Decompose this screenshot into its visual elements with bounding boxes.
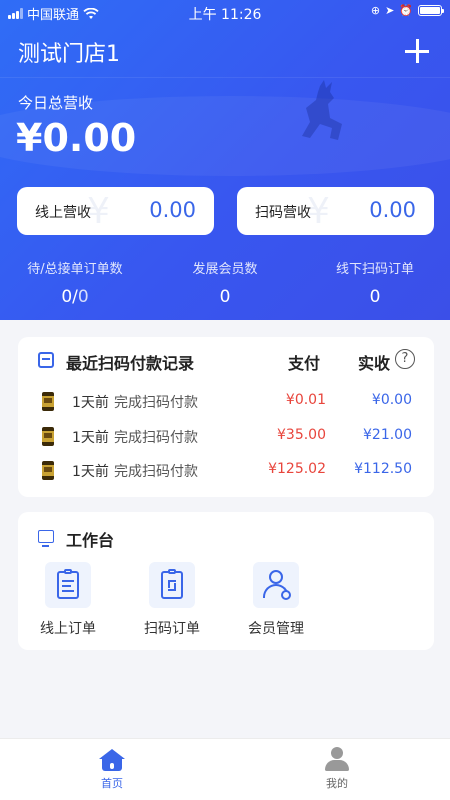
product-can-icon: [42, 461, 54, 480]
stat-offline-scan[interactable]: 线下扫码订单 0: [300, 258, 450, 307]
member-manage-button[interactable]: 会员管理: [236, 562, 316, 638]
stat-value: 0: [369, 287, 381, 307]
card-value: 0.00: [149, 198, 196, 222]
workbench-title: 工作台: [66, 531, 115, 550]
record-time: 1天前: [72, 464, 109, 480]
scan-revenue-card[interactable]: ¥ 扫码营收 0.00: [237, 187, 434, 235]
record-pay: ¥0.01: [285, 392, 326, 408]
records-title: 最近扫码付款记录: [66, 354, 195, 373]
recent-records-panel: 最近扫码付款记录 支付 实收 ? 1天前 完成扫码付款 ¥0.01 ¥0.00 …: [18, 337, 434, 497]
record-desc: 完成扫码付款: [114, 430, 198, 446]
home-icon: [99, 749, 125, 771]
record-received: ¥0.00: [371, 392, 412, 408]
orientation-lock-icon: ⊕: [370, 4, 381, 17]
record-received: ¥21.00: [363, 427, 412, 443]
status-right: ⊕ ➤ ⏰: [370, 4, 444, 17]
store-name[interactable]: 测试门店1: [18, 36, 120, 68]
tab-home[interactable]: 首页: [72, 747, 152, 791]
monitor-icon: [38, 530, 54, 547]
stat-label: 待/总接单订单数: [27, 262, 123, 277]
record-desc: 完成扫码付款: [114, 464, 198, 480]
card-value: 0.00: [369, 198, 416, 222]
record-pay: ¥125.02: [268, 461, 326, 477]
tab-label: 首页: [101, 777, 123, 790]
tool-label: 扫码订单: [144, 621, 200, 637]
stat-orders[interactable]: 待/总接单订单数 0/0: [0, 258, 150, 307]
tab-label: 我的: [326, 777, 348, 790]
alarm-icon: ⏰: [399, 4, 413, 17]
stat-value: 0: [219, 287, 231, 307]
record-pay: ¥35.00: [277, 427, 326, 443]
stat-label: 发展会员数: [192, 262, 258, 277]
product-can-icon: [42, 392, 54, 411]
profile-icon: [324, 747, 350, 771]
workbench-panel: 工作台 线上订单 扫码订单 会员管理: [18, 512, 434, 650]
revenue-label: 今日总营收: [18, 94, 94, 112]
help-icon[interactable]: ?: [395, 349, 415, 369]
location-icon: ➤: [385, 4, 395, 17]
col-received-header: 实收: [358, 354, 391, 373]
online-order-icon: [45, 562, 91, 608]
member-manage-icon: [253, 562, 299, 608]
record-row[interactable]: 1天前 完成扫码付款 ¥0.01 ¥0.00: [18, 390, 434, 414]
stat-members[interactable]: 发展会员数 0: [150, 258, 300, 307]
scan-order-icon: [149, 562, 195, 608]
record-row[interactable]: 1天前 完成扫码付款 ¥125.02 ¥112.50: [18, 459, 434, 483]
stat-value: 0/0: [61, 287, 89, 307]
record-time: 1天前: [72, 430, 109, 446]
header-divider: [0, 77, 450, 78]
status-bar: 中国联通 上午 11:26 ⊕ ➤ ⏰: [0, 0, 450, 24]
tab-profile[interactable]: 我的: [297, 747, 377, 791]
tool-label: 线上订单: [40, 621, 96, 637]
stat-label: 线下扫码订单: [335, 262, 414, 277]
tool-label: 会员管理: [248, 621, 304, 637]
records-icon: [38, 352, 54, 368]
scan-order-button[interactable]: 扫码订单: [132, 562, 212, 638]
bottom-tab-bar: 首页 我的: [0, 738, 450, 800]
add-icon[interactable]: [404, 38, 430, 64]
product-can-icon: [42, 427, 54, 446]
online-revenue-card[interactable]: ¥ 线上营收 0.00: [17, 187, 214, 235]
revenue-value: ¥0.00: [16, 116, 137, 160]
record-desc: 完成扫码付款: [114, 395, 198, 411]
record-row[interactable]: 1天前 完成扫码付款 ¥35.00 ¥21.00: [18, 425, 434, 449]
card-label: 线上营收: [35, 205, 91, 221]
deer-logo-watermark-icon: [302, 80, 342, 140]
card-label: 扫码营收: [255, 205, 311, 221]
online-order-button[interactable]: 线上订单: [28, 562, 108, 638]
battery-icon: [418, 5, 444, 16]
record-time: 1天前: [72, 395, 109, 411]
record-received: ¥112.50: [354, 461, 412, 477]
col-pay-header: 支付: [288, 354, 321, 373]
